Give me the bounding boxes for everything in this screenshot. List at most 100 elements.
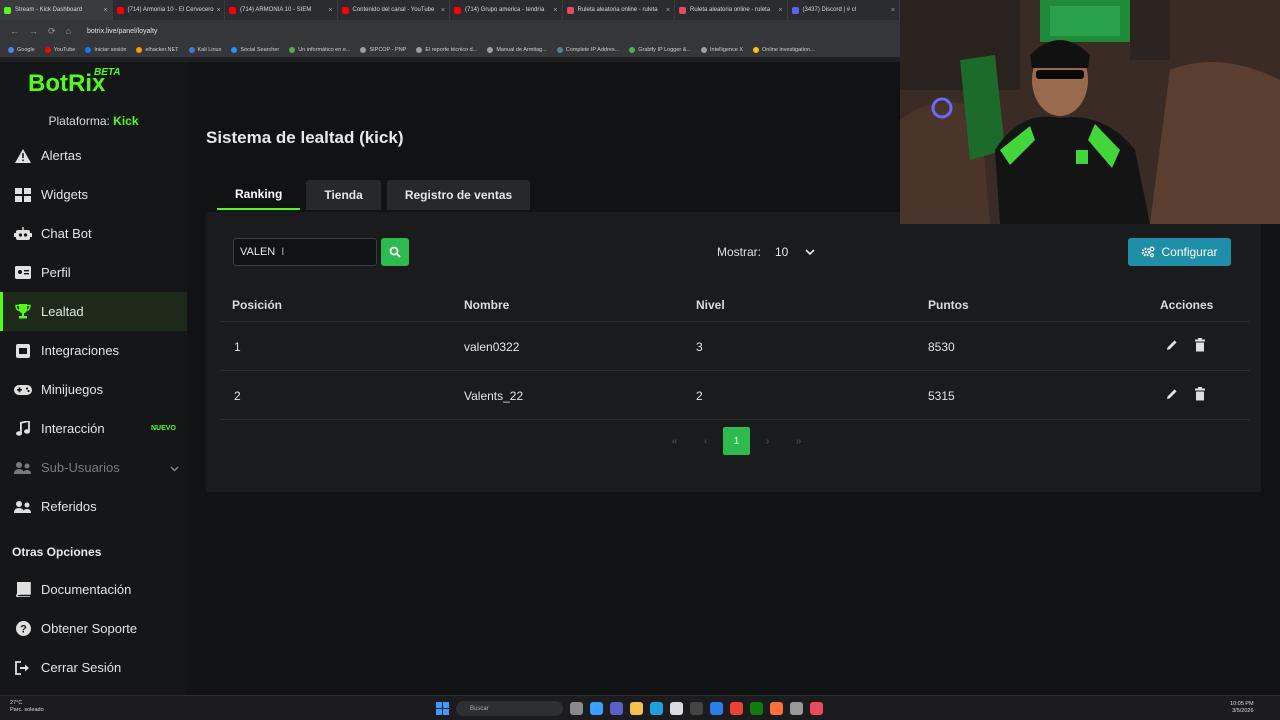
- first-page-button[interactable]: «: [661, 427, 688, 455]
- xbox-icon[interactable]: [750, 702, 763, 715]
- search-input[interactable]: VALEN I: [233, 238, 377, 266]
- prev-page-button[interactable]: ‹: [692, 427, 719, 455]
- bookmark-favicon-icon: [85, 46, 92, 53]
- bookmark-item[interactable]: SIPCOP - PNP: [360, 46, 406, 53]
- sidebar-item-lealtad[interactable]: Lealtad: [0, 292, 187, 331]
- reload-icon[interactable]: ⟳: [48, 26, 56, 37]
- col-posicion[interactable]: Posición: [232, 298, 282, 312]
- bookmark-favicon-icon: [188, 46, 195, 53]
- firefox-icon[interactable]: [770, 702, 783, 715]
- edit-button[interactable]: [1165, 387, 1179, 401]
- close-icon[interactable]: ×: [438, 7, 445, 14]
- tab-ranking[interactable]: Ranking: [217, 180, 301, 210]
- new-badge: NUEVO: [151, 425, 176, 432]
- sidebar-item-documentacion[interactable]: Documentación: [0, 570, 187, 609]
- sidebar-item-minijuegos[interactable]: Minijuegos: [0, 370, 187, 409]
- bookmark-label: Un informático en e...: [298, 46, 351, 53]
- copilot-icon[interactable]: [590, 702, 603, 715]
- bookmark-favicon-icon: [629, 46, 636, 53]
- close-icon[interactable]: ×: [663, 7, 670, 14]
- browser-tab[interactable]: (714) Grupo america - tendría ×: [450, 0, 563, 20]
- teams-icon[interactable]: [610, 702, 623, 715]
- page-size-select[interactable]: 10: [769, 238, 821, 266]
- delete-button[interactable]: [1194, 338, 1206, 352]
- tab-registro-ventas[interactable]: Registro de ventas: [386, 180, 531, 210]
- browser-tab[interactable]: (714) Armonia 10 - El Cervecero ×: [113, 0, 225, 20]
- page-size-value: 10: [775, 245, 789, 259]
- bookmark-item[interactable]: YouTube: [44, 46, 75, 53]
- close-icon[interactable]: ×: [214, 7, 221, 14]
- browser-chrome: Stream - Kick Dashboard × (714) Armonia 10…: [0, 0, 900, 62]
- file-explorer-icon[interactable]: [630, 702, 643, 715]
- bookmark-item[interactable]: Online investigation...: [753, 46, 815, 53]
- next-page-button[interactable]: ›: [754, 427, 781, 455]
- app-icon[interactable]: [810, 702, 823, 715]
- bookmark-label: Kali Linux: [197, 46, 222, 53]
- close-icon[interactable]: ×: [550, 7, 557, 14]
- close-icon[interactable]: ×: [775, 7, 782, 14]
- current-page-button[interactable]: 1: [723, 427, 750, 455]
- sidebar-item-sub-usuarios[interactable]: Sub-Usuarios: [0, 448, 187, 487]
- app-icon[interactable]: [690, 702, 703, 715]
- close-icon[interactable]: ×: [325, 7, 332, 14]
- close-icon[interactable]: ×: [100, 7, 107, 14]
- bookmark-item[interactable]: Un informático en e...: [289, 46, 351, 53]
- windows-start-icon[interactable]: [436, 702, 449, 715]
- sidebar: BotRix BETA Plataforma: Kick Alertas Widg…: [0, 62, 187, 695]
- bookmark-item[interactable]: Intelligence X: [701, 46, 743, 53]
- vscode-icon[interactable]: [710, 702, 723, 715]
- bookmark-item[interactable]: Social Searcher: [231, 46, 279, 53]
- url-text[interactable]: botrix.live/panel/loyalty: [87, 28, 157, 35]
- sidebar-item-widgets[interactable]: Widgets: [0, 175, 187, 214]
- bookmark-item[interactable]: Complete IP Addres...: [556, 46, 619, 53]
- sidebar-item-cerrar-sesion[interactable]: Cerrar Sesión: [0, 648, 187, 687]
- configure-button[interactable]: Configurar: [1128, 238, 1231, 266]
- col-nivel[interactable]: Nivel: [696, 298, 725, 312]
- sidebar-item-perfil[interactable]: Perfil: [0, 253, 187, 292]
- sidebar-item-integraciones[interactable]: Integraciones: [0, 331, 187, 370]
- botrix-logo[interactable]: BotRix BETA: [28, 67, 120, 98]
- sidebar-item-chat-bot[interactable]: Chat Bot: [0, 214, 187, 253]
- task-view-icon[interactable]: [570, 702, 583, 715]
- browser-tab[interactable]: Stream - Kick Dashboard ×: [0, 0, 113, 20]
- bookmark-item[interactable]: Kali Linux: [188, 46, 222, 53]
- last-page-button[interactable]: »: [785, 427, 812, 455]
- home-icon[interactable]: ⌂: [66, 26, 71, 36]
- browser-tab[interactable]: (714) ARMONIA 10 - SIEM ×: [225, 0, 338, 20]
- close-icon[interactable]: ×: [888, 7, 895, 14]
- sidebar-item-interaccion[interactable]: Interacción NUEVO: [0, 409, 187, 448]
- browser-tab[interactable]: Ruleta aleatoria online - ruleta ×: [675, 0, 788, 20]
- app-icon[interactable]: [790, 702, 803, 715]
- chrome-icon[interactable]: [730, 702, 743, 715]
- sidebar-item-referidos[interactable]: Referidos: [0, 487, 187, 526]
- store-icon[interactable]: [670, 702, 683, 715]
- weather-widget[interactable]: 27°C Parc. soleado: [10, 700, 44, 714]
- col-nombre[interactable]: Nombre: [464, 298, 509, 312]
- tab-tienda[interactable]: Tienda: [306, 180, 381, 210]
- sidebar-item-label: Chat Bot: [41, 226, 92, 241]
- bookmark-item[interactable]: Manual de Armitag...: [487, 46, 547, 53]
- bookmark-item[interactable]: Grabify IP Logger &...: [629, 46, 691, 53]
- search-button[interactable]: [381, 238, 409, 266]
- edit-button[interactable]: [1165, 338, 1179, 352]
- taskbar-search[interactable]: Buscar: [456, 701, 563, 716]
- sidebar-item-obtener-soporte[interactable]: ? Obtener Soporte: [0, 609, 187, 648]
- forward-icon[interactable]: →: [29, 26, 38, 36]
- table-row: 1 valen0322 3 8530: [220, 323, 1250, 371]
- bookmark-item[interactable]: Iniciar sesión: [85, 46, 126, 53]
- address-bar[interactable]: ← → ⟳ ⌂ botrix.live/panel/loyalty: [0, 20, 900, 42]
- taskbar-clock[interactable]: 10:05 PM 3/5/2026: [1230, 701, 1254, 715]
- bookmark-item[interactable]: elhacker.NET: [136, 46, 179, 53]
- browser-tab[interactable]: Ruleta aleatoria online - ruleta ×: [563, 0, 675, 20]
- edge-icon[interactable]: [650, 702, 663, 715]
- sidebar-item-alertas[interactable]: Alertas: [0, 136, 187, 175]
- table-row: 2 Valents_22 2 5315: [220, 372, 1250, 420]
- delete-button[interactable]: [1194, 387, 1206, 401]
- gamepad-icon: [14, 382, 32, 398]
- browser-tab[interactable]: (3437) Discord | # cl ×: [788, 0, 900, 20]
- col-puntos[interactable]: Puntos: [928, 298, 969, 312]
- bookmark-item[interactable]: Google: [8, 46, 35, 53]
- back-icon[interactable]: ←: [10, 26, 19, 36]
- browser-tab[interactable]: Contenido del canal - YouTube ×: [338, 0, 450, 20]
- bookmark-item[interactable]: El reporte técnico d...: [416, 46, 477, 53]
